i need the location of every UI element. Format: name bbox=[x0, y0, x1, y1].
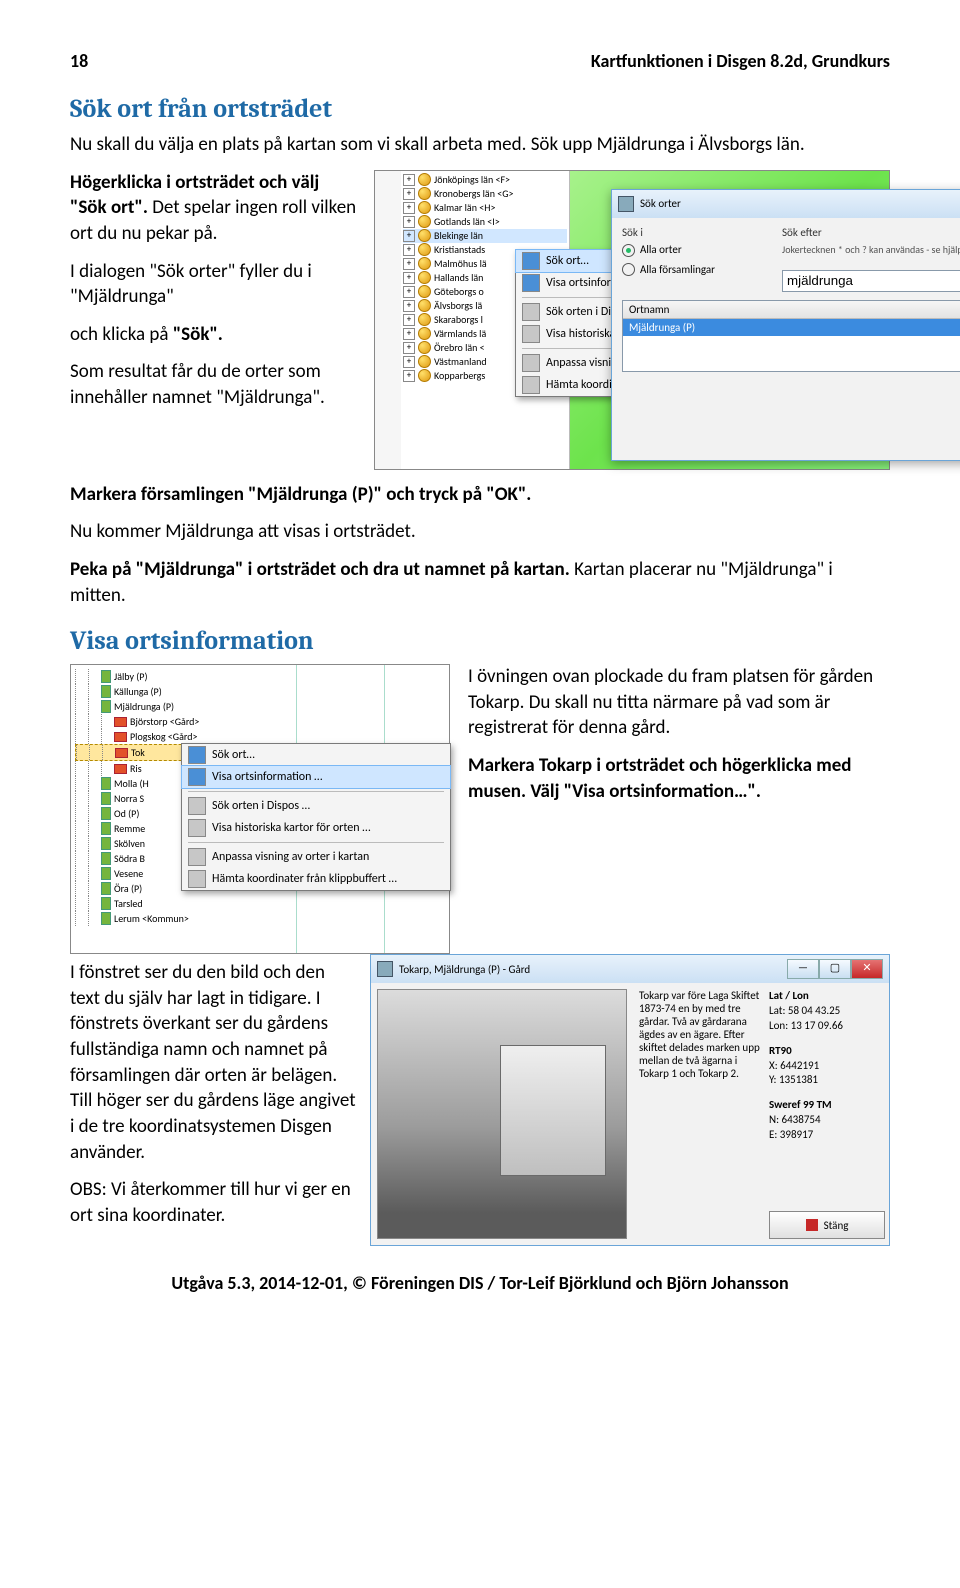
context-menu-item[interactable]: Visa ortsinformation … bbox=[181, 765, 451, 789]
titlebar[interactable]: Sök orter — ▢ ✕ bbox=[612, 190, 960, 218]
para-6: Markera församlingen "Mjäldrunga (P)" oc… bbox=[70, 482, 890, 508]
context-menu-2[interactable]: Sök ort…Visa ortsinformation … Sök orten … bbox=[181, 743, 451, 891]
menu-icon bbox=[188, 768, 206, 786]
page-number: 18 bbox=[70, 50, 88, 72]
menu-icon bbox=[188, 848, 206, 866]
window-icon bbox=[377, 961, 393, 977]
menu-icon bbox=[188, 797, 206, 815]
label-sokefter: Sök efter bbox=[782, 226, 960, 239]
tree-row[interactable]: Lerum <Kommun> bbox=[75, 911, 231, 926]
menu-icon bbox=[188, 819, 206, 837]
menu-icon bbox=[522, 303, 540, 321]
label-soki: Sök i bbox=[622, 226, 752, 239]
heading-sok-ort: Sök ort från ortsträdet bbox=[70, 94, 890, 124]
menu-icon bbox=[522, 376, 540, 394]
menu-icon bbox=[522, 325, 540, 343]
list-row-selected[interactable]: Mjäldrunga (P) bbox=[623, 319, 960, 336]
tree-row[interactable]: +Jönköpings län <F> bbox=[403, 173, 567, 187]
tree-row[interactable]: +Gotlands län <I> bbox=[403, 215, 567, 229]
context-menu-item[interactable]: Sök ort… bbox=[182, 744, 450, 766]
menu-icon bbox=[522, 354, 540, 372]
close-button[interactable]: ✕ bbox=[851, 959, 883, 979]
search-input[interactable] bbox=[782, 270, 960, 292]
context-menu-item[interactable]: Hämta koordinater från klippbuffert … bbox=[182, 868, 450, 890]
screenshot-visa-ortsinfo: Jälby (P)Källunga (P)Mjäldrunga (P)Björs… bbox=[70, 664, 450, 954]
window-title: Sök orter bbox=[640, 197, 681, 210]
menu-icon bbox=[188, 870, 206, 888]
window-title-3: Tokarp, Mjäldrunga (P) - Gård bbox=[399, 963, 530, 976]
titlebar-3[interactable]: Tokarp, Mjäldrunga (P) - Gård — ▢ ✕ bbox=[371, 955, 889, 983]
minimize-button[interactable]: — bbox=[787, 959, 819, 979]
doc-title: Kartfunktionen i Disgen 8.2d, Grundkurs bbox=[591, 50, 890, 72]
menu-icon bbox=[188, 746, 206, 764]
label-hint: Jokertecknen * och ? kan användas - se h… bbox=[782, 243, 960, 256]
tool-palette bbox=[375, 171, 402, 469]
menu-icon bbox=[522, 252, 540, 270]
ortsinformation-window[interactable]: Tokarp, Mjäldrunga (P) - Gård — ▢ ✕ Toka… bbox=[370, 954, 890, 1246]
radio-alla-forsamlingar[interactable]: Alla församlingar bbox=[622, 263, 752, 277]
context-menu-item[interactable]: Anpassa visning av orter i kartan bbox=[182, 846, 450, 868]
coords-latlon: Lat / Lon Lat: 58 04 43.25 Lon: 13 17 09… bbox=[769, 989, 885, 1034]
stang-button[interactable]: Stäng bbox=[769, 1211, 885, 1239]
screenshot-sok-ort: +Jönköpings län <F>+Kronobergs län <G>+K… bbox=[374, 170, 890, 470]
farm-description: Tokarp var före Laga Skiftet 1873-74 en … bbox=[639, 989, 763, 1080]
window-icon bbox=[618, 196, 634, 212]
radio-alla-orter[interactable]: Alla orter bbox=[622, 243, 752, 257]
tree-row[interactable]: +Blekinge län bbox=[403, 229, 567, 243]
coords-sweref: Sweref 99 TM N: 6438754 E: 398917 bbox=[769, 1098, 885, 1143]
tree-row[interactable]: Källunga (P) bbox=[75, 684, 231, 699]
list-header: Ortnamn bbox=[623, 301, 960, 319]
tree-row[interactable]: +Kalmar län <H> bbox=[403, 201, 567, 215]
tree-row[interactable]: Jälby (P) bbox=[75, 669, 231, 684]
context-menu-item[interactable]: Sök orten i Dispos … bbox=[182, 795, 450, 817]
heading-visa-ortsinformation: Visa ortsinformation bbox=[70, 626, 890, 656]
tree-row[interactable]: Mjäldrunga (P) bbox=[75, 699, 231, 714]
context-menu-item[interactable]: Visa historiska kartor för orten … bbox=[182, 817, 450, 839]
x-icon bbox=[806, 1219, 818, 1231]
tree-row[interactable]: Björstorp <Gård> bbox=[75, 714, 231, 729]
footer: Utgåva 5.3, 2014-12-01, © Föreningen DIS… bbox=[70, 1272, 890, 1294]
tree-row[interactable]: Plogskog <Gård> bbox=[75, 729, 231, 744]
results-list[interactable]: Ortnamn Mjäldrunga (P) bbox=[622, 300, 960, 372]
menu-icon bbox=[522, 274, 540, 292]
coords-rt90: RT90 X: 6442191 Y: 1351381 bbox=[769, 1044, 885, 1089]
para-1: Nu skall du välja en plats på kartan som… bbox=[70, 132, 890, 158]
sok-orter-window[interactable]: Sök orter — ▢ ✕ Sök i Alla orter Alla fö… bbox=[611, 189, 960, 461]
para-8: Peka på "Mjäldrunga" i ortsträdet och dr… bbox=[70, 557, 890, 608]
tree-row[interactable]: Tarsled bbox=[75, 896, 231, 911]
para-7: Nu kommer Mjäldrunga att visas i ortsträ… bbox=[70, 519, 890, 545]
tree-row[interactable]: +Kronobergs län <G> bbox=[403, 187, 567, 201]
farm-photo bbox=[377, 989, 627, 1239]
maximize-button[interactable]: ▢ bbox=[819, 959, 851, 979]
